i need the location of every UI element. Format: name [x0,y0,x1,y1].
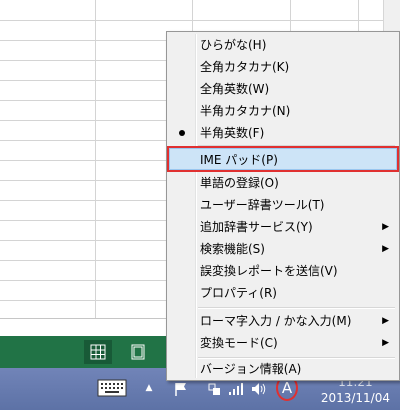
network-icon [208,383,220,395]
touch-keyboard-button[interactable] [96,378,128,398]
menu-item-label: 追加辞書サービス(Y) [200,220,313,234]
menu-item-additional-dictionary-service[interactable]: 追加辞書サービス(Y) ▶ [169,216,397,238]
menu-item-label: 全角カタカナ(K) [200,60,290,74]
keyboard-icon [97,379,127,397]
menu-item-romaji-kana-input[interactable]: ローマ字入力 / かな入力(M) ▶ [169,310,397,332]
menu-item-user-dictionary-tool[interactable]: ユーザー辞書ツール(T) [169,194,397,216]
grid-line [0,20,384,21]
ime-context-menu: ひらがな(H) 全角カタカナ(K) 全角英数(W) 半角カタカナ(N) 半角英数… [166,31,400,381]
flag-icon [175,383,186,396]
network-button[interactable] [206,380,224,398]
menu-item-label: 変換モード(C) [200,336,278,350]
clock-date: 2013/11/04 [320,391,390,405]
menu-item-label: IME パッド(P) [200,153,278,167]
signal-button[interactable] [228,380,244,398]
menu-item-label: プロパティ(R) [200,286,277,300]
menu-item-zenkaku-eisu[interactable]: 全角英数(W) [169,78,397,100]
menu-item-hankaku-eisu[interactable]: 半角英数(F) [169,122,397,144]
menu-item-zenkaku-katakana[interactable]: 全角カタカナ(K) [169,56,397,78]
grid-line [95,0,96,318]
show-hidden-icons-button[interactable]: ▲ [142,380,156,396]
menu-item-label: ローマ字入力 / かな入力(M) [200,314,352,328]
page-layout-icon [131,344,145,360]
menu-item-hankaku-katakana[interactable]: 半角カタカナ(N) [169,100,397,122]
menu-item-label: 検索機能(S) [200,242,265,256]
menu-separator [198,145,395,147]
menu-item-search-function[interactable]: 検索機能(S) ▶ [169,238,397,260]
menu-item-label: 半角カタカナ(N) [200,104,291,118]
submenu-arrow-icon: ▶ [382,222,389,232]
submenu-arrow-icon: ▶ [382,244,389,254]
menu-item-ime-pad[interactable]: IME パッド(P) [167,146,399,172]
menu-item-properties[interactable]: プロパティ(R) [169,282,397,304]
menu-item-hiragana[interactable]: ひらがな(H) [169,34,397,56]
normal-view-button[interactable] [84,340,112,364]
menu-item-label: ひらがな(H) [200,38,267,52]
volume-button[interactable] [250,380,268,398]
menu-item-send-conversion-report[interactable]: 誤変換レポートを送信(V) [169,260,397,282]
menu-item-label: 半角英数(F) [200,126,265,140]
menu-item-label: 全角英数(W) [200,82,270,96]
submenu-arrow-icon: ▶ [382,316,389,326]
menu-item-word-registration[interactable]: 単語の登録(O) [169,172,397,194]
menu-separator [198,307,395,309]
menu-item-label: バージョン情報(A) [200,362,302,376]
action-center-button[interactable] [172,380,190,398]
menu-item-conversion-mode[interactable]: 変換モード(C) ▶ [169,332,397,354]
show-hidden-icons-icon: ▲ [145,383,153,393]
normal-view-icon [90,344,106,360]
volume-icon [252,383,266,395]
menu-item-label: 誤変換レポートを送信(V) [200,264,338,278]
menu-item-version-info[interactable]: バージョン情報(A) [169,358,397,380]
menu-item-label: ユーザー辞書ツール(T) [200,198,325,212]
submenu-arrow-icon: ▶ [382,338,389,348]
menu-item-label: 単語の登録(O) [200,176,279,190]
radio-selected-icon [179,130,185,136]
page-layout-button[interactable] [124,340,152,364]
signal-icon [229,383,243,395]
